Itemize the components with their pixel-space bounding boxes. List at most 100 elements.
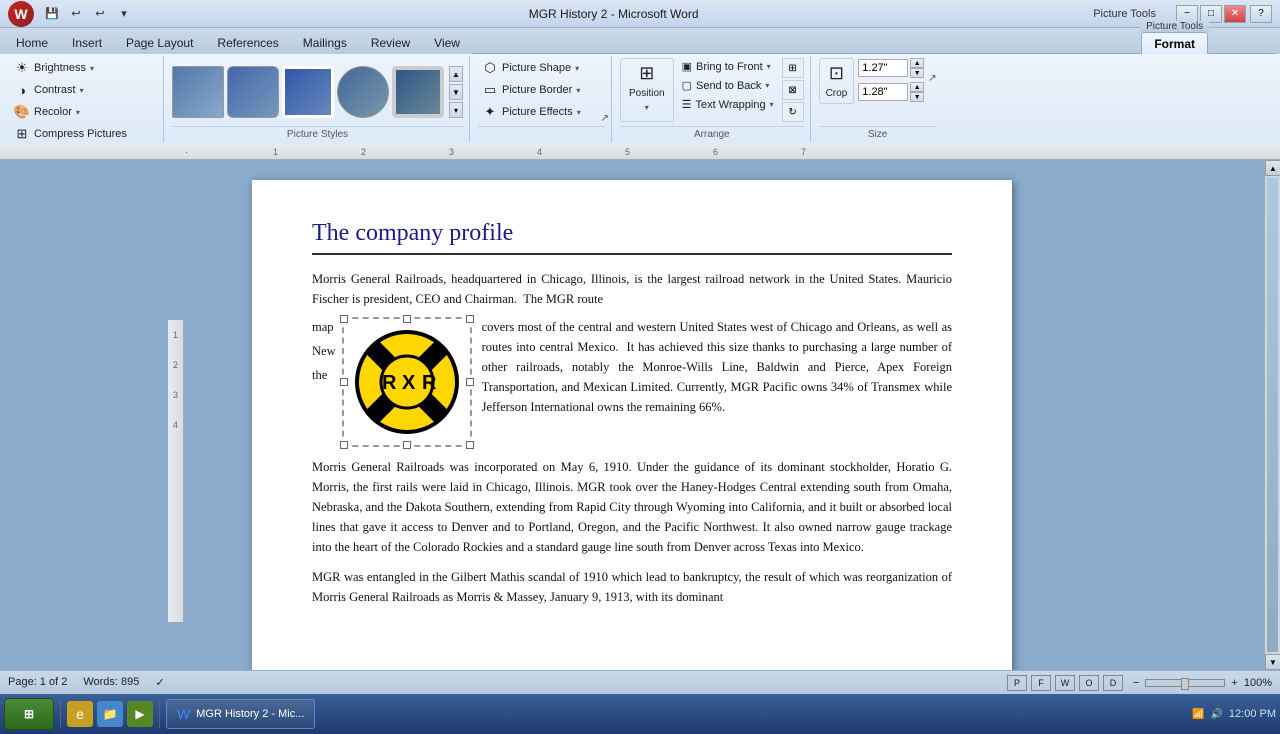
document-scroll-area[interactable]: The company profile Morris General Railr… bbox=[0, 160, 1264, 670]
close-button[interactable]: ✕ bbox=[1224, 5, 1246, 23]
handle-middle-left[interactable] bbox=[340, 378, 348, 386]
media-icon: ▶ bbox=[135, 707, 144, 721]
quick-undo2-btn[interactable]: ↩ bbox=[90, 5, 110, 23]
arrange-group: ⊞ Position ▾ ▣ Bring to Front ▾ ▢ Send t… bbox=[614, 56, 811, 142]
handle-middle-right[interactable] bbox=[466, 378, 474, 386]
picture-options-group: ⬡ Picture Shape ▾ ▭ Picture Border ▾ ✦ P… bbox=[472, 56, 612, 142]
height-up-btn[interactable]: ▲ bbox=[910, 58, 924, 68]
zoom-out-button[interactable]: − bbox=[1131, 677, 1141, 689]
brightness-button[interactable]: ☀ Brightness ▾ bbox=[10, 58, 157, 78]
tab-home[interactable]: Home bbox=[4, 32, 60, 54]
contrast-button[interactable]: ◑ Contrast ▾ bbox=[10, 80, 157, 100]
compress-pictures-button[interactable]: ⊞ Compress Pictures bbox=[10, 124, 157, 144]
taskbar: ⊞ e 📁 ▶ W MGR History 2 - Mic... 📶 🔊 12:… bbox=[0, 694, 1280, 734]
word-count: Words: 895 bbox=[83, 676, 139, 689]
style-thumb-3[interactable] bbox=[282, 66, 334, 118]
picture-options-expand[interactable]: ↗ bbox=[601, 113, 609, 124]
tab-view[interactable]: View bbox=[422, 32, 472, 54]
width-down-btn[interactable]: ▼ bbox=[910, 92, 924, 102]
height-input[interactable] bbox=[858, 59, 908, 77]
handle-bottom-right[interactable] bbox=[466, 441, 474, 449]
handle-top-right[interactable] bbox=[466, 315, 474, 323]
view-full-btn[interactable]: F bbox=[1031, 675, 1051, 691]
taskbar-media-btn[interactable]: ▶ bbox=[127, 701, 153, 727]
size-group: ⊡ Crop ▲ ▼ ▲ ▼ bbox=[813, 56, 943, 142]
spell-check-icon[interactable]: ✓ bbox=[155, 676, 164, 689]
tab-page-layout[interactable]: Page Layout bbox=[114, 32, 205, 54]
style-thumb-4[interactable] bbox=[337, 66, 389, 118]
document-page: The company profile Morris General Railr… bbox=[252, 180, 1012, 670]
scroll-down-button[interactable]: ▼ bbox=[1265, 654, 1280, 670]
send-to-back-button[interactable]: ▢ Send to Back ▾ bbox=[678, 77, 778, 94]
adjust-group: ☀ Brightness ▾ ◑ Contrast ▾ 🎨 Recolor ▾ … bbox=[4, 56, 164, 142]
taskbar-folder-btn[interactable]: 📁 bbox=[97, 701, 123, 727]
style-gallery-btn[interactable]: ▾ bbox=[449, 102, 463, 118]
scroll-up-button[interactable]: ▲ bbox=[1265, 160, 1280, 176]
help-button[interactable]: ? bbox=[1250, 5, 1272, 23]
railroad-sign-svg: R X R bbox=[352, 327, 462, 437]
picture-shape-button[interactable]: ⬡ Picture Shape ▾ bbox=[478, 58, 605, 78]
quick-more-btn[interactable]: ▾ bbox=[114, 5, 134, 23]
vertical-scrollbar[interactable]: ▲ ▼ bbox=[1264, 160, 1280, 670]
tab-mailings[interactable]: Mailings bbox=[291, 32, 359, 54]
arrange-label: Arrange bbox=[620, 126, 804, 140]
zoom-in-button[interactable]: + bbox=[1229, 677, 1239, 689]
zoom-slider[interactable] bbox=[1145, 679, 1225, 687]
taskbar-word-item[interactable]: W MGR History 2 - Mic... bbox=[166, 699, 315, 729]
style-thumb-2[interactable] bbox=[227, 66, 279, 118]
position-button[interactable]: ⊞ Position ▾ bbox=[620, 58, 674, 122]
picture-border-button[interactable]: ▭ Picture Border ▾ bbox=[478, 80, 605, 100]
handle-bottom-left[interactable] bbox=[340, 441, 348, 449]
arrange-rotate-btn[interactable]: ↻ bbox=[782, 102, 804, 122]
height-down-btn[interactable]: ▼ bbox=[910, 68, 924, 78]
picture-styles-thumbs: ▲ ▼ ▾ bbox=[172, 58, 463, 126]
tab-references[interactable]: References bbox=[205, 32, 290, 54]
arrange-group-btn[interactable]: ⊠ bbox=[782, 80, 804, 100]
restore-button[interactable]: □ bbox=[1200, 5, 1222, 23]
scroll-thumb[interactable] bbox=[1267, 178, 1278, 652]
minimize-button[interactable]: − bbox=[1176, 5, 1198, 23]
text-wrapping-button[interactable]: ☰ Text Wrapping ▾ bbox=[678, 96, 778, 113]
bring-to-front-button[interactable]: ▣ Bring to Front ▾ bbox=[678, 58, 778, 75]
page-count: Page: 1 of 2 bbox=[8, 676, 67, 689]
size-expand-btn[interactable]: ↗ bbox=[928, 73, 936, 104]
start-button[interactable]: ⊞ bbox=[4, 698, 54, 730]
style-thumb-5[interactable] bbox=[392, 66, 444, 118]
handle-top-middle[interactable] bbox=[403, 315, 411, 323]
office-button[interactable]: W bbox=[8, 1, 34, 27]
svg-text:R: R bbox=[422, 372, 437, 394]
tab-review[interactable]: Review bbox=[359, 32, 422, 54]
tab-format[interactable]: Format bbox=[1141, 32, 1208, 54]
tab-insert[interactable]: Insert bbox=[60, 32, 114, 54]
taskbar-ie-btn[interactable]: e bbox=[67, 701, 93, 727]
quick-undo-btn[interactable]: ↩ bbox=[66, 5, 86, 23]
quick-save-btn[interactable]: 💾 bbox=[42, 5, 62, 23]
view-web-btn[interactable]: W bbox=[1055, 675, 1075, 691]
style-scroll-up[interactable]: ▲ bbox=[449, 66, 463, 82]
system-clock: 12:00 PM bbox=[1229, 708, 1276, 720]
handle-top-left[interactable] bbox=[340, 315, 348, 323]
tray-volume[interactable]: 🔊 bbox=[1210, 709, 1222, 720]
style-thumb-1[interactable] bbox=[172, 66, 224, 118]
arrange-align-btn[interactable]: ⊞ bbox=[782, 58, 804, 78]
tray-network[interactable]: 📶 bbox=[1192, 709, 1204, 720]
picture-effects-button[interactable]: ✦ Picture Effects ▾ bbox=[478, 102, 605, 122]
height-spinner: ▲ ▼ bbox=[858, 58, 924, 78]
view-outline-btn[interactable]: O bbox=[1079, 675, 1099, 691]
handle-bottom-middle[interactable] bbox=[403, 441, 411, 449]
style-scroll-down[interactable]: ▼ bbox=[449, 84, 463, 100]
railroad-image[interactable]: R X R bbox=[342, 317, 472, 447]
paragraph-1-start: Morris General Railroads, headquartered … bbox=[312, 269, 952, 309]
width-up-btn[interactable]: ▲ bbox=[910, 82, 924, 92]
window-title: MGR History 2 - Microsoft Word bbox=[134, 7, 1093, 21]
width-input[interactable] bbox=[858, 83, 908, 101]
recolor-button[interactable]: 🎨 Recolor ▾ bbox=[10, 102, 157, 122]
view-draft-btn[interactable]: D bbox=[1103, 675, 1123, 691]
zoom-slider-thumb[interactable] bbox=[1181, 678, 1189, 690]
send-back-icon: ▢ bbox=[682, 79, 692, 92]
ruler-marks: · 1 2 3 4 5 6 7 bbox=[185, 144, 885, 159]
view-print-btn[interactable]: P bbox=[1007, 675, 1027, 691]
picture-options-content: ⬡ Picture Shape ▾ ▭ Picture Border ▾ ✦ P… bbox=[478, 58, 605, 126]
crop-button[interactable]: ⊡ Crop bbox=[819, 58, 855, 104]
svg-text:R: R bbox=[382, 372, 397, 394]
